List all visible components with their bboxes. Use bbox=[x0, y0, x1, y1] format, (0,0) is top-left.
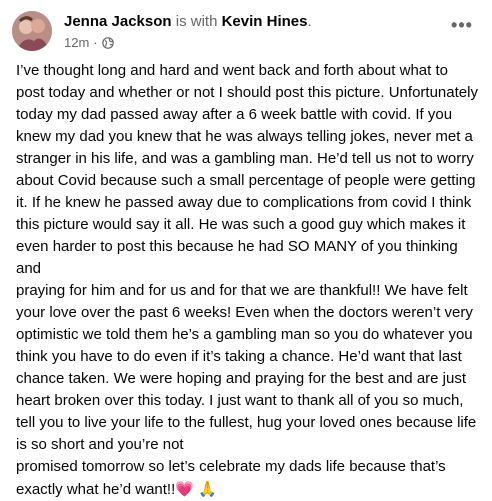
post-last-line: exactly what he’d want!!💗 🙏 bbox=[16, 478, 482, 501]
globe-icon[interactable] bbox=[101, 37, 114, 49]
author-name[interactable]: Jenna Jackson bbox=[64, 13, 172, 30]
post-meta: 12m · bbox=[64, 35, 312, 51]
post-timestamp[interactable]: 12m bbox=[64, 35, 89, 51]
post-line: chance taken. We were hoping and praying… bbox=[16, 370, 467, 387]
post-line: this picture would say it all. He was su… bbox=[16, 216, 466, 233]
post-line: promised tomorrow so let’s celebrate my … bbox=[16, 458, 446, 475]
tagged-suffix: . bbox=[307, 13, 312, 30]
post-line: today my dad passed away after a 6 week … bbox=[16, 106, 453, 123]
post-line: knew my dad you knew that he was always … bbox=[16, 128, 473, 145]
post-line: it. If he knew he passed away due to com… bbox=[16, 194, 472, 211]
post-body: I’ve thought long and hard and went back… bbox=[16, 60, 482, 501]
tagged-person-name[interactable]: Kevin Hines bbox=[222, 13, 308, 30]
post-line: praying for him and for us and for that … bbox=[16, 282, 468, 299]
meta-separator: · bbox=[93, 35, 98, 50]
more-horizontal-icon: ••• bbox=[451, 15, 473, 35]
avatar[interactable] bbox=[12, 11, 52, 51]
post-line: tell you to live your life to the fulles… bbox=[16, 414, 477, 431]
heart-emoji-icon: 💗 bbox=[175, 480, 194, 498]
facebook-post: Jenna Jackson is with Kevin Hines. 12m · bbox=[0, 0, 492, 498]
post-line: heart broken over this today. I just wan… bbox=[16, 392, 464, 409]
post-line: optimistic we told them he’s a gambling … bbox=[16, 326, 473, 343]
post-line: post today and whether or not I should p… bbox=[16, 84, 478, 101]
author-line: Jenna Jackson is with Kevin Hines. bbox=[64, 12, 312, 31]
post-line: even harder to post this because he had … bbox=[16, 238, 462, 277]
with-text: is with bbox=[175, 13, 218, 30]
praying-hands-emoji-icon: 🙏 bbox=[198, 480, 217, 498]
header-text: Jenna Jackson is with Kevin Hines. 12m · bbox=[64, 12, 312, 51]
post-line: exactly what he’d want!! bbox=[16, 481, 176, 498]
post-header: Jenna Jackson is with Kevin Hines. 12m · bbox=[12, 11, 480, 55]
post-line: I’ve thought long and hard and went back… bbox=[16, 62, 448, 79]
post-line: your love over the past 6 weeks! Even wh… bbox=[16, 304, 473, 321]
post-line: stranger in his life, and was a gambling… bbox=[16, 150, 474, 167]
post-line: is so short and you’re not bbox=[16, 436, 184, 453]
more-options-button[interactable]: ••• bbox=[448, 15, 476, 35]
post-line: about Covid because such a small percent… bbox=[16, 172, 476, 189]
post-line: think you have to do even if it’s taking… bbox=[16, 348, 462, 365]
